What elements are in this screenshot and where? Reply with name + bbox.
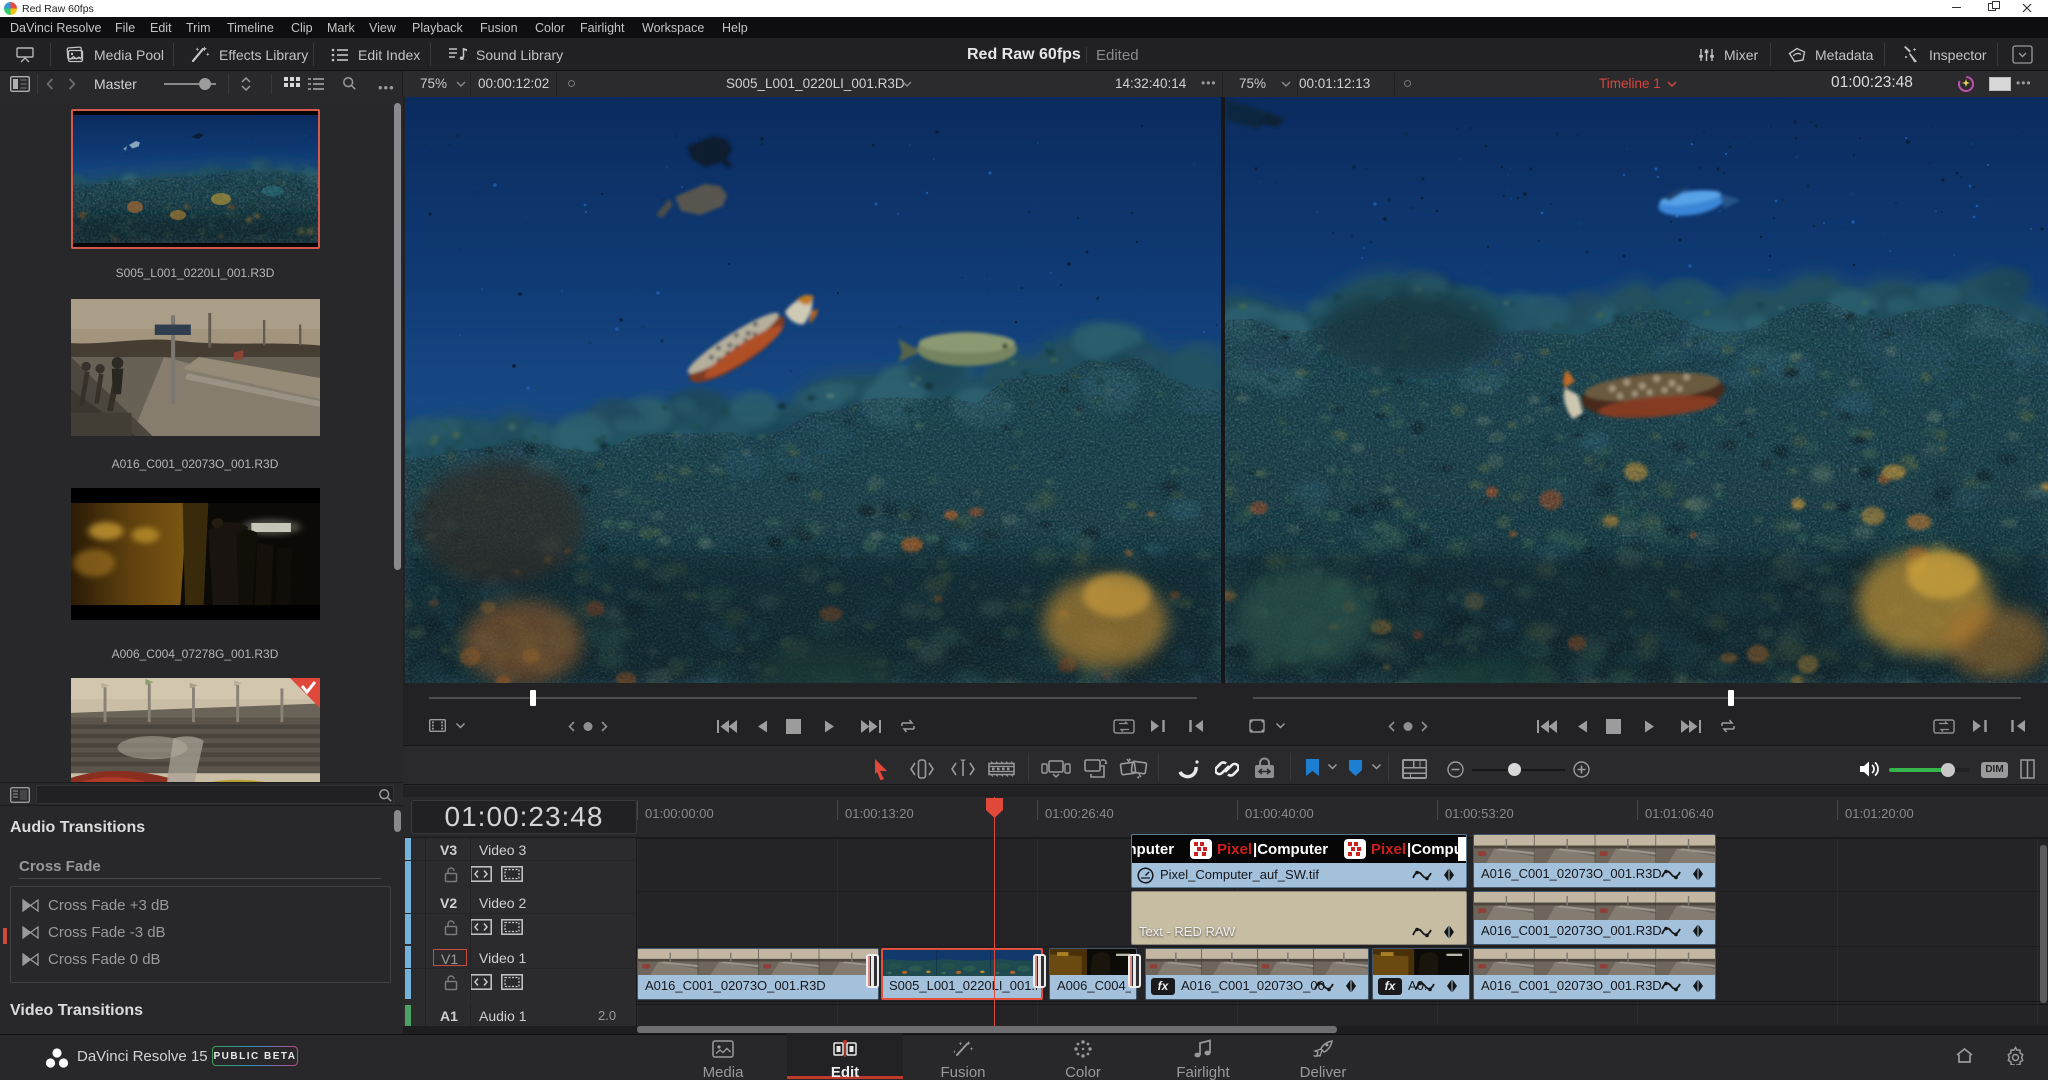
- svg-text:Pixel: Pixel: [1371, 841, 1406, 858]
- svg-text:|Computer: |Computer: [1253, 841, 1328, 858]
- svg-text:Pixel: Pixel: [1217, 841, 1252, 858]
- svg-text:|Computer: |Computer: [1132, 841, 1174, 858]
